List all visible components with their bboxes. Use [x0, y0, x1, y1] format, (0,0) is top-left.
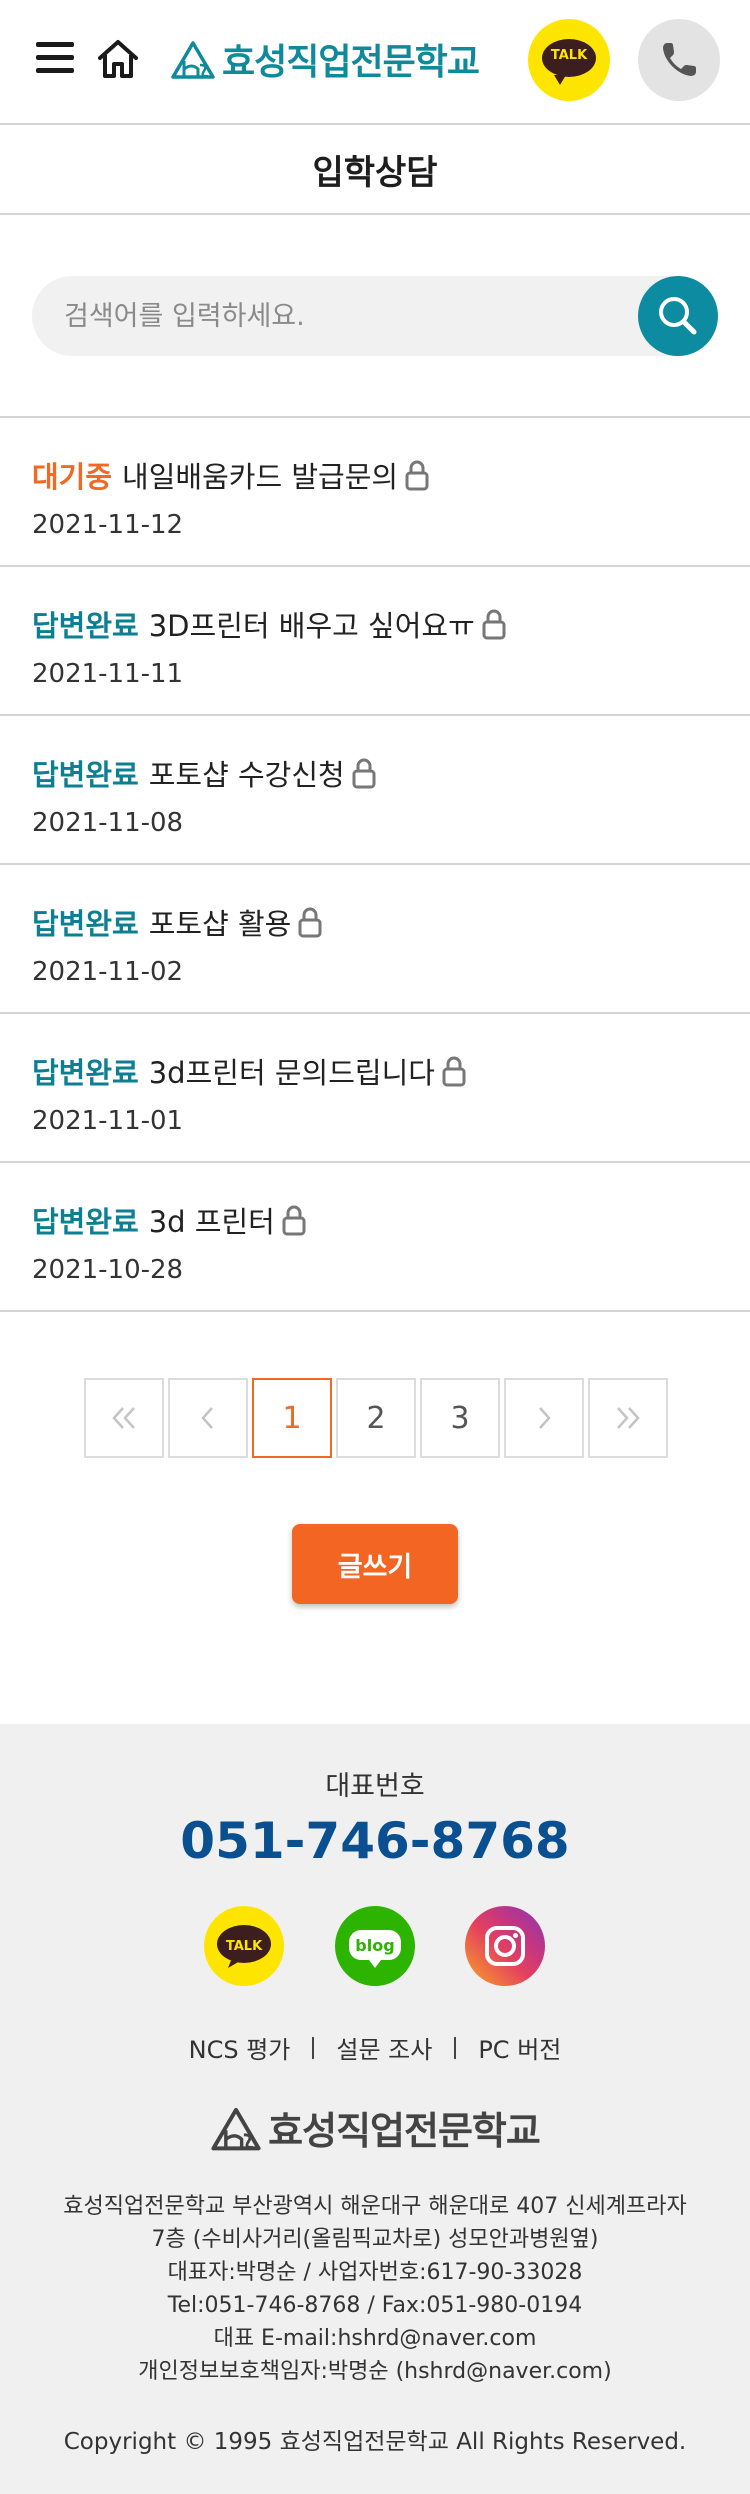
- logo-mark-icon: [171, 41, 215, 79]
- pc-version-link[interactable]: PC 버전: [478, 2030, 561, 2065]
- blog-icon: blog: [349, 1930, 401, 1968]
- page-title: 입학상담: [312, 152, 438, 193]
- link-divider: [454, 2036, 457, 2059]
- last-page-button[interactable]: [588, 1378, 668, 1458]
- site-header: 효성직업전문학교 TALK: [0, 0, 750, 125]
- status-badge: 대기중: [32, 460, 113, 494]
- list-item[interactable]: 답변완료 3d프린터 문의드립니다 2021-11-01: [0, 1014, 750, 1163]
- blog-social-text: blog: [355, 1936, 394, 1955]
- ncs-evaluation-link[interactable]: NCS 평가: [189, 2030, 291, 2065]
- post-date: 2021-11-12: [32, 510, 184, 540]
- kakaotalk-button[interactable]: TALK: [528, 19, 610, 101]
- pagination: 1 2 3: [84, 1378, 672, 1458]
- list-item[interactable]: 답변완료 포토샵 수강신청 2021-11-08: [0, 716, 750, 865]
- rep-phone-label: 대표번호: [325, 1771, 425, 1802]
- double-chevron-left-icon: [112, 1407, 135, 1429]
- post-list: 대기중 내일배움카드 발급문의 2021-11-12 답변완료 3D프린터 배우…: [0, 416, 750, 1312]
- write-button[interactable]: 글쓰기: [292, 1524, 458, 1604]
- post-subject: 내일배움카드 발급문의: [122, 460, 399, 494]
- talk-label: TALK: [550, 48, 588, 63]
- first-page-button[interactable]: [84, 1378, 164, 1458]
- search-icon: [659, 297, 697, 335]
- email-line: 대표 E-mail:hshrd@naver.com: [213, 2326, 537, 2351]
- list-item[interactable]: 대기중 내일배움카드 발급문의 2021-11-12: [0, 418, 750, 567]
- status-badge: 답변완료: [32, 609, 139, 643]
- status-badge: 답변완료: [32, 1056, 139, 1090]
- status-badge: 답변완료: [32, 1205, 139, 1239]
- footer-logo-text: 효성직업전문학교: [268, 2109, 541, 2153]
- rep-phone-number[interactable]: 051-746-8768: [0, 1812, 750, 1870]
- post-title-row: 답변완료 포토샵 활용: [32, 901, 323, 943]
- home-icon[interactable]: [96, 38, 140, 80]
- post-title-row: 답변완료 포토샵 수강신청: [32, 752, 377, 794]
- status-badge: 답변완료: [32, 907, 139, 941]
- lock-icon: [405, 460, 429, 491]
- survey-link[interactable]: 설문 조사: [336, 2030, 432, 2065]
- page-number-button[interactable]: 3: [420, 1378, 500, 1458]
- list-item[interactable]: 답변완료 3D프린터 배우고 싶어요ㅠ 2021-11-11: [0, 567, 750, 716]
- post-date: 2021-11-11: [32, 659, 184, 689]
- prev-page-button[interactable]: [168, 1378, 248, 1458]
- blog-social-button[interactable]: blog: [335, 1906, 415, 1986]
- chevron-right-icon: [539, 1407, 551, 1429]
- footer-company-info: 효성직업전문학교 부산광역시 해운대구 해운대로 407 신세계프라자 7층 (…: [0, 2190, 750, 2388]
- list-item[interactable]: 답변완료 3d 프린터 2021-10-28: [0, 1163, 750, 1312]
- search-box: [32, 276, 718, 356]
- lock-icon: [352, 758, 376, 789]
- search-input[interactable]: [32, 276, 632, 356]
- contact-line: Tel:051-746-8768 / Fax:051-980-0194: [167, 2293, 583, 2318]
- copyright: Copyright © 1995 효성직업전문학교 All Rights Res…: [63, 2429, 687, 2455]
- next-page-button[interactable]: [504, 1378, 584, 1458]
- lock-icon: [482, 609, 506, 640]
- kakaotalk-icon: TALK: [217, 1925, 271, 1968]
- instagram-icon: [485, 1926, 525, 1966]
- phone-icon: [663, 43, 696, 76]
- hamburger-menu-icon[interactable]: [36, 42, 74, 74]
- post-subject: 포토샵 수강신청: [148, 758, 345, 792]
- post-date: 2021-11-02: [32, 957, 184, 987]
- lock-icon: [282, 1205, 306, 1236]
- logo-mark-icon: [211, 2107, 261, 2150]
- page-number-button[interactable]: 2: [336, 1378, 416, 1458]
- chevron-left-icon: [201, 1407, 213, 1429]
- page-title-bar: 입학상담: [0, 125, 750, 215]
- kakao-social-text: TALK: [226, 1939, 263, 1954]
- address-line: 효성직업전문학교 부산광역시 해운대구 해운대로 407 신세계프라자: [63, 2194, 687, 2219]
- lock-icon: [298, 907, 322, 938]
- status-badge: 답변완료: [32, 758, 139, 792]
- representative-line: 대표자:박명순 / 사업자번호:617-90-33028: [167, 2260, 583, 2285]
- footer-links: NCS 평가 설문 조사 PC 버전: [0, 2030, 750, 2065]
- link-divider: [312, 2036, 315, 2059]
- post-title-row: 답변완료 3d 프린터: [32, 1199, 307, 1241]
- post-subject: 포토샵 활용: [148, 907, 292, 941]
- double-chevron-right-icon: [617, 1407, 640, 1429]
- page-number-button[interactable]: 1: [252, 1378, 332, 1458]
- site-footer: 대표번호 051-746-8768 TALK blog NCS 평가 설문 조사…: [0, 1724, 750, 2494]
- post-date: 2021-11-01: [32, 1106, 184, 1136]
- post-title-row: 대기중 내일배움카드 발급문의: [32, 454, 430, 496]
- call-button[interactable]: [638, 19, 720, 101]
- post-subject: 3d프린터 문의드립니다: [148, 1056, 435, 1090]
- logo-text: 효성직업전문학교: [222, 42, 480, 83]
- address-detail-line: 7층 (수비사거리(올림픽교차로) 성모안과병원옆): [151, 2227, 599, 2252]
- privacy-officer-line: 개인정보보호책임자:박명순 (hshrd@naver.com): [138, 2359, 612, 2384]
- post-date: 2021-10-28: [32, 1255, 184, 1285]
- list-item[interactable]: 답변완료 포토샵 활용 2021-11-02: [0, 865, 750, 1014]
- lock-icon: [442, 1056, 466, 1087]
- footer-logo: 효성직업전문학교: [0, 2100, 750, 2155]
- post-subject: 3d 프린터: [148, 1205, 275, 1239]
- kakaotalk-social-button[interactable]: TALK: [204, 1906, 284, 1986]
- instagram-social-button[interactable]: [465, 1906, 545, 1986]
- post-title-row: 답변완료 3D프린터 배우고 싶어요ㅠ: [32, 603, 507, 645]
- post-title-row: 답변완료 3d프린터 문의드립니다: [32, 1050, 467, 1092]
- post-date: 2021-11-08: [32, 808, 184, 838]
- search-button[interactable]: [638, 276, 718, 356]
- site-logo[interactable]: 효성직업전문학교: [170, 34, 480, 84]
- post-subject: 3D프린터 배우고 싶어요ㅠ: [148, 609, 475, 643]
